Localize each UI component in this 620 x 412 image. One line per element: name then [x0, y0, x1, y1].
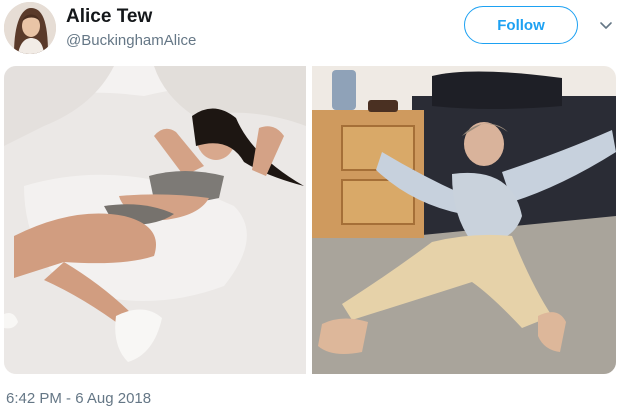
follow-button[interactable]: Follow	[464, 6, 578, 44]
user-handle[interactable]: @BuckinghamAlice	[66, 32, 196, 49]
chevron-down-icon[interactable]	[598, 18, 614, 34]
photo-left[interactable]	[4, 66, 306, 374]
woman-on-floor-image	[312, 66, 616, 374]
woman-on-bed-image	[4, 66, 306, 374]
media-grid	[4, 66, 616, 374]
display-name[interactable]: Alice Tew	[66, 6, 152, 28]
photo-right[interactable]	[312, 66, 616, 374]
tweet-timestamp[interactable]: 6:42 PM - 6 Aug 2018	[6, 390, 151, 407]
tweet-header: Alice Tew @BuckinghamAlice Follow	[0, 0, 620, 60]
avatar-photo	[4, 2, 56, 54]
avatar[interactable]	[4, 2, 56, 54]
